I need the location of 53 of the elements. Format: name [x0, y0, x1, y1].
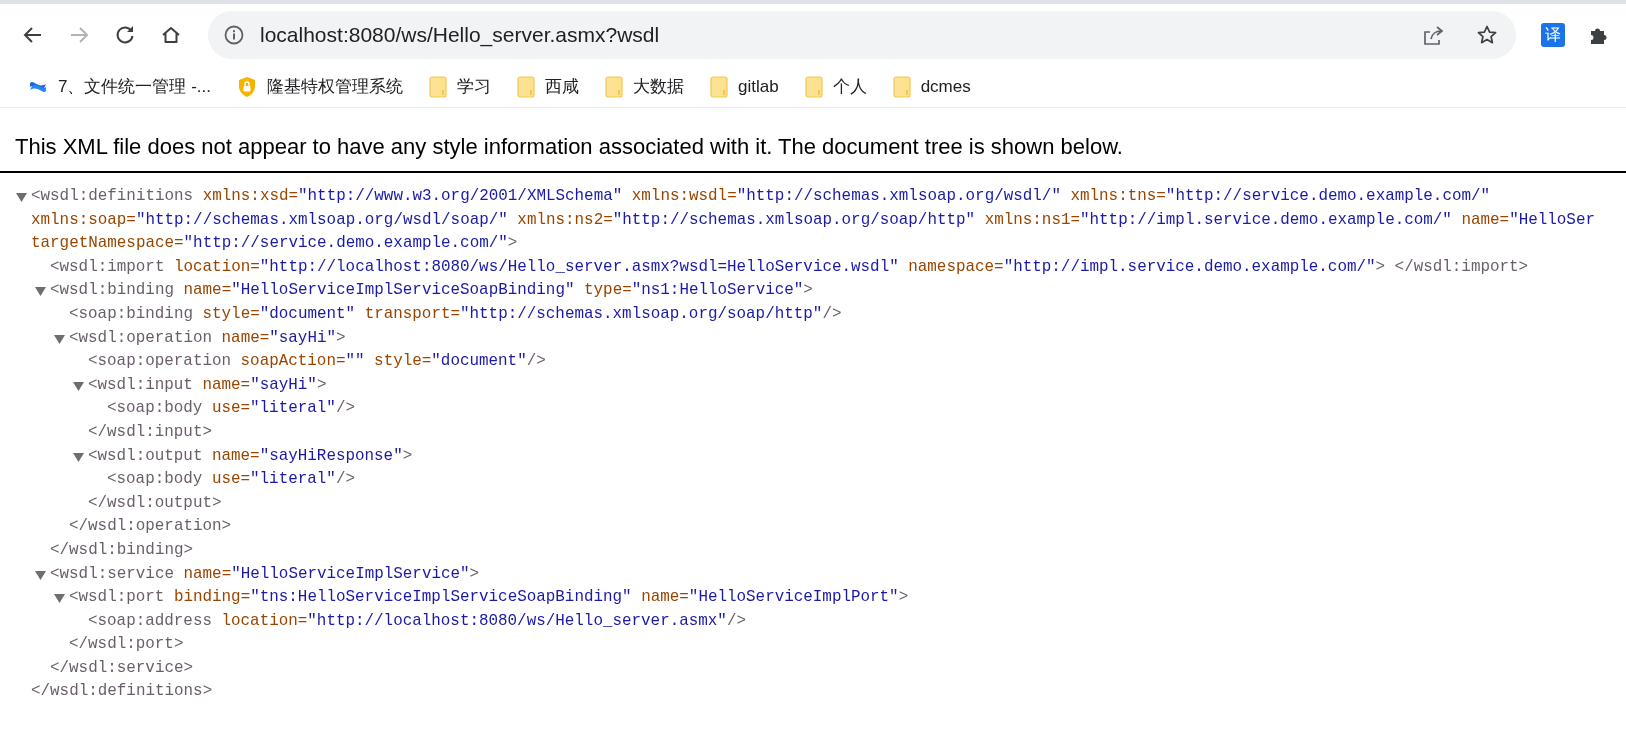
bookmark-item[interactable]: gitlab: [700, 69, 789, 104]
info-icon[interactable]: [224, 25, 244, 45]
xml-line: </wsdl:definitions>: [31, 681, 214, 703]
xml-line: <soap:operation soapAction="" style="document"/>: [88, 351, 547, 373]
xml-line: targetNamespace="http://service.demo.example.com/">: [31, 233, 519, 255]
xml-line: <wsdl:import location="http://localhost:8080/ws/Hello_server.asmx?wsdl=HelloService.wsdl" namespace="http://impl.service.demo.example.com/"> </wsdl:import>: [50, 256, 1530, 278]
address-text: localhost:8080/ws/Hello_server.asmx?wsdl: [260, 22, 661, 49]
collapse-triangle-icon[interactable]: [16, 193, 27, 202]
xml-line: <soap:body use="literal"/>: [107, 469, 356, 491]
xml-line: </wsdl:binding>: [50, 539, 195, 561]
home-icon: [160, 24, 182, 46]
bookmark-item[interactable]: 隆基特权管理系统: [227, 69, 413, 104]
xml-line: <wsdl:port binding="tns:HelloServiceImplServiceSoapBinding" name="HelloServiceImplPort">: [69, 587, 910, 609]
collapse-triangle-icon[interactable]: [35, 287, 46, 297]
xml-line: <wsdl:output name="sayHiResponse">: [88, 445, 414, 467]
folder-icon: [605, 75, 623, 98]
xml-line: <wsdl:service name="HelloServiceImplService">: [50, 563, 481, 585]
collapse-triangle-icon[interactable]: [54, 594, 65, 604]
bookmark-item[interactable]: 学习: [419, 69, 501, 104]
xml-line: </wsdl:port>: [69, 634, 185, 656]
xml-line: <soap:address location="http://localhost:8080/ws/Hello_server.asmx"/>: [88, 610, 747, 632]
folder-icon: [710, 75, 728, 98]
bookmark-item[interactable]: dcmes: [882, 69, 981, 104]
address-bar[interactable]: localhost:8080/ws/Hello_server.asmx?wsdl: [208, 11, 1516, 59]
xml-line: <soap:binding style="document" transport="http://schemas.xmlsoap.org/soap/http"/>: [69, 303, 843, 325]
folder-icon: [804, 75, 823, 98]
shield-lock-icon: [237, 75, 257, 98]
xml-line: </wsdl:output>: [88, 492, 223, 514]
folder-icon: [517, 75, 535, 98]
star-icon: [1476, 24, 1498, 46]
folder-icon: [892, 75, 911, 98]
xml-line: </wsdl:operation>: [69, 516, 233, 538]
collapse-triangle-icon[interactable]: [73, 452, 84, 462]
collapse-triangle-icon[interactable]: [73, 381, 84, 391]
xml-line: <wsdl:operation name="sayHi">: [69, 327, 347, 349]
share-icon: [1421, 24, 1445, 46]
xml-line: </wsdl:service>: [50, 657, 195, 679]
xml-line: <wsdl:input name="sayHi">: [88, 374, 328, 396]
reload-icon: [114, 24, 136, 46]
bookmark-item[interactable]: 大数据: [595, 69, 694, 104]
collapse-triangle-icon[interactable]: [54, 334, 65, 344]
bookmark-item[interactable]: 西咸: [507, 69, 589, 104]
xml-line: </wsdl:input>: [88, 421, 213, 443]
folder-icon: [429, 75, 447, 98]
xml-line: xmlns:soap="http://schemas.xmlsoap.org/wsdl/soap/" xmlns:ns2="http://schemas.xmlsoap.org/soap/http" xmlns:ns1="http://impl.service.demo.example.com/" name="HelloSer: [31, 209, 1596, 231]
xml-line: <wsdl:definitions xmlns:xsd="http://www.w3.org/2001/XMLSchema" xmlns:wsdl="http://schemas.xmlsoap.org/wsdl/" xmlns:tns="http://service.demo.example.com/": [31, 186, 1492, 207]
xml-line: <soap:body use="literal"/>: [107, 398, 356, 420]
xml-style-notice: This XML file does not appear to have any style information associated with it. The document tree is shown below.: [0, 108, 1626, 173]
translate-extension-button[interactable]: 译: [1534, 16, 1572, 54]
bookmark-item[interactable]: 个人: [794, 69, 877, 104]
collapse-triangle-icon[interactable]: [35, 570, 46, 580]
xml-line: <wsdl:binding name="HelloServiceImplServiceSoapBinding" type="ns1:HelloService">: [50, 280, 814, 302]
bookmark-item[interactable]: 7、文件统一管理 -...: [18, 69, 221, 104]
